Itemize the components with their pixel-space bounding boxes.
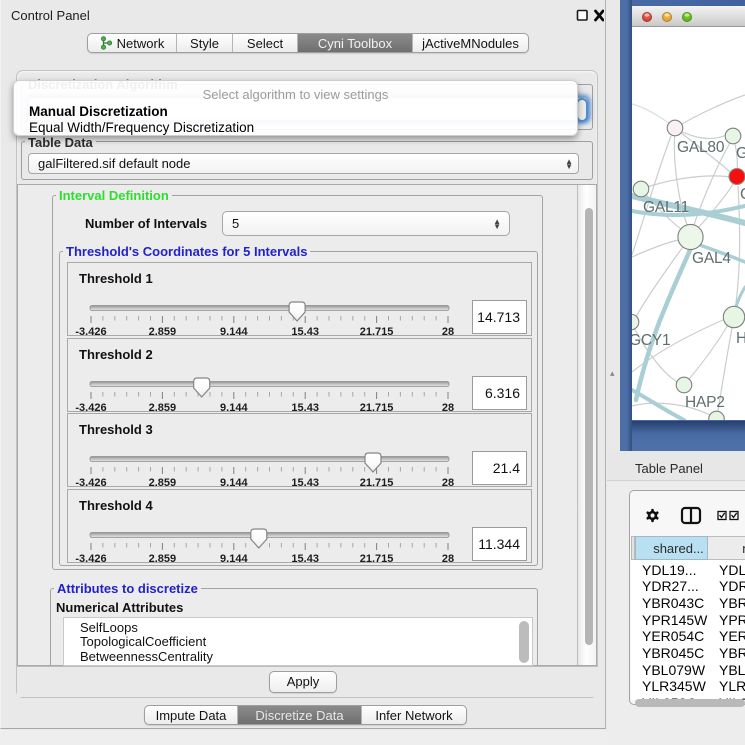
svg-text:GA: GA <box>736 145 745 162</box>
svg-text:15.43: 15.43 <box>291 553 319 564</box>
svg-text:21.715: 21.715 <box>360 553 394 564</box>
svg-text:2.859: 2.859 <box>149 553 177 564</box>
svg-text:9.144: 9.144 <box>220 326 248 337</box>
svg-text:-3.426: -3.426 <box>75 477 106 488</box>
svg-text:21.715: 21.715 <box>360 326 394 337</box>
svg-text:9.144: 9.144 <box>220 402 248 413</box>
svg-text:15.43: 15.43 <box>291 402 319 413</box>
svg-text:HAP2: HAP2 <box>685 394 725 411</box>
svg-text:15.43: 15.43 <box>291 326 319 337</box>
svg-text:2.859: 2.859 <box>149 402 177 413</box>
svg-text:21.715: 21.715 <box>360 402 394 413</box>
svg-text:28: 28 <box>442 326 454 337</box>
svg-text:28: 28 <box>442 553 454 564</box>
svg-text:GAL11: GAL11 <box>643 199 689 216</box>
svg-text:15.43: 15.43 <box>291 477 319 488</box>
svg-text:28: 28 <box>442 477 454 488</box>
svg-text:9.144: 9.144 <box>220 553 248 564</box>
svg-text:2.859: 2.859 <box>149 326 177 337</box>
svg-text:GAL80: GAL80 <box>677 139 725 156</box>
svg-text:2.859: 2.859 <box>149 477 177 488</box>
svg-text:-3.426: -3.426 <box>75 326 106 337</box>
svg-text:GAL4: GAL4 <box>692 250 731 267</box>
svg-text:GCY1: GCY1 <box>632 332 670 349</box>
svg-text:C: C <box>740 186 745 203</box>
svg-text:28: 28 <box>442 402 454 413</box>
svg-text:9.144: 9.144 <box>220 477 248 488</box>
svg-text:-3.426: -3.426 <box>75 402 106 413</box>
svg-text:-3.426: -3.426 <box>75 553 106 564</box>
svg-text:21.715: 21.715 <box>360 477 394 488</box>
svg-text:H: H <box>736 330 745 347</box>
